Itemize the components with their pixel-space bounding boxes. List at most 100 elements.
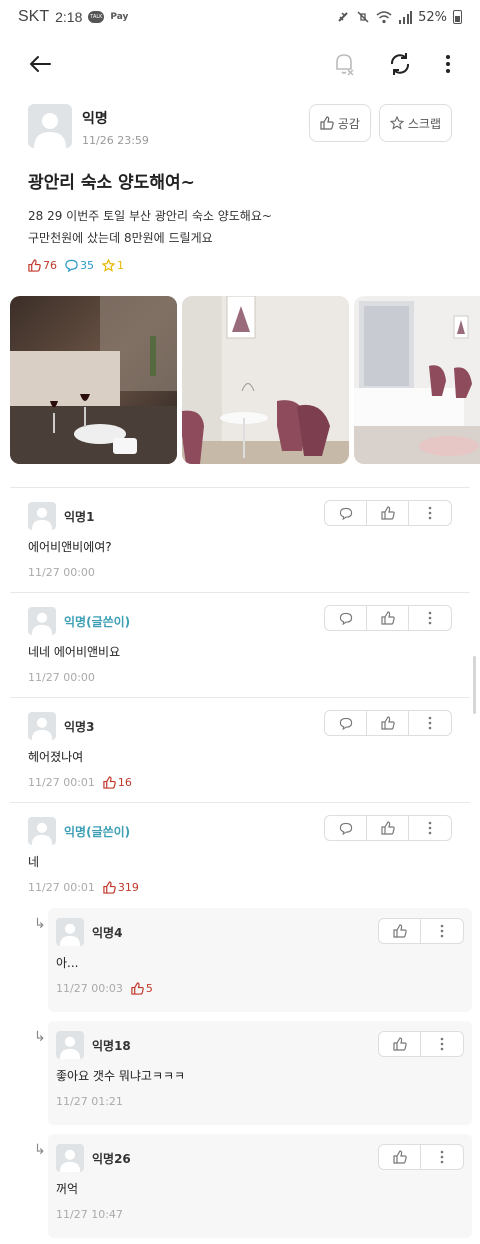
comment-more-button[interactable] xyxy=(409,711,451,735)
reply-time: 11/27 10:47 xyxy=(56,1208,123,1221)
reply-more-button[interactable] xyxy=(421,1032,463,1056)
more-vertical-icon xyxy=(428,611,432,625)
battery-percent: 52% xyxy=(418,9,447,25)
reply-item: ↳ 익명4 아... 11/27 00:03 5 xyxy=(34,908,472,1012)
kakaotalk-icon: TALK xyxy=(88,11,105,23)
comment-avatar xyxy=(28,607,56,635)
thumbs-up-icon xyxy=(380,716,395,730)
scrollbar[interactable] xyxy=(473,656,476,714)
comment-author: 익명(글쓴이) xyxy=(64,614,131,629)
more-vertical-icon xyxy=(446,55,450,73)
comment-action-bar xyxy=(324,815,452,841)
comment-item: 익명(글쓴이) 네 11/27 00:01 319 ↳ 익명4 아... 11/… xyxy=(10,803,472,1238)
more-menu-button[interactable] xyxy=(432,48,464,80)
notification-off-button[interactable] xyxy=(328,48,360,80)
refresh-icon xyxy=(390,53,410,75)
speech-bubble-icon xyxy=(339,717,352,730)
thumbs-up-icon xyxy=(320,116,334,130)
like-button[interactable] xyxy=(379,919,421,943)
comment-text: 에어비앤비에여? xyxy=(28,540,112,554)
wifi-icon xyxy=(376,10,392,23)
default-avatar-icon xyxy=(31,717,53,740)
comment-item: 익명1 에어비앤비에여? 11/27 00:00 xyxy=(10,488,470,593)
reply-action-bar xyxy=(378,918,464,944)
reply-more-button[interactable] xyxy=(421,919,463,943)
post-body-line: 28 29 이번주 토일 부산 광안리 숙소 양도해요~ xyxy=(28,209,272,223)
comment-time: 11/27 00:00 xyxy=(28,671,95,684)
scrap-label: 스크랩 xyxy=(407,116,441,131)
refresh-button[interactable] xyxy=(384,48,416,80)
photo-bedroom-bright-image xyxy=(354,296,480,464)
carrier-label: SKT xyxy=(18,8,50,25)
comment-action-bar xyxy=(324,710,452,736)
back-button[interactable] xyxy=(24,48,56,80)
pay-icon: Pay xyxy=(110,12,129,22)
reply-button[interactable] xyxy=(325,711,367,735)
reply-more-button[interactable] xyxy=(421,1145,463,1169)
comment-author: 익명(글쓴이) xyxy=(64,824,131,839)
empathy-button[interactable]: 공감 xyxy=(308,104,371,142)
back-arrow-icon xyxy=(30,56,51,72)
photo-chairs-table-image xyxy=(182,296,349,464)
thumbs-up-icon xyxy=(392,924,407,938)
post-author: 익명 xyxy=(82,111,108,127)
reply-author: 익명4 xyxy=(92,925,123,940)
thumbs-up-icon xyxy=(380,821,395,835)
reply-button[interactable] xyxy=(325,501,367,525)
default-avatar-icon xyxy=(31,822,53,845)
like-button[interactable] xyxy=(367,816,409,840)
reply-author: 익명18 xyxy=(92,1038,131,1053)
reply-button[interactable] xyxy=(325,816,367,840)
reply-author: 익명26 xyxy=(92,1151,131,1166)
reply-button[interactable] xyxy=(325,606,367,630)
reply-arrow-icon: ↳ xyxy=(34,1142,46,1158)
reply-avatar xyxy=(56,918,84,946)
post-title: 광안리 숙소 양도해여~ xyxy=(28,173,195,193)
empathy-label: 공감 xyxy=(337,116,360,131)
comment-count: 35 xyxy=(65,259,94,272)
reply-text: 꺼억 xyxy=(56,1182,79,1196)
more-vertical-icon xyxy=(440,924,444,938)
status-bar: SKT 2:18 TALK Pay 52% xyxy=(0,0,480,34)
default-avatar-icon xyxy=(59,1149,81,1172)
scrap-button[interactable]: 스크랩 xyxy=(378,104,452,142)
comment-like-value: 16 xyxy=(117,776,132,789)
comment-action-bar xyxy=(324,500,452,526)
comment-avatar xyxy=(28,817,56,845)
bell-off-icon xyxy=(336,54,354,76)
comment-more-button[interactable] xyxy=(409,606,451,630)
photo-chairs-table[interactable] xyxy=(182,296,349,464)
post: 익명 11/26 23:59 공감 스크랩 광안리 숙소 양도해여~ 28 29… xyxy=(28,104,458,272)
reply-text: 아... xyxy=(56,956,79,970)
reply-arrow-icon: ↳ xyxy=(34,916,46,932)
like-button[interactable] xyxy=(379,1032,421,1056)
like-button[interactable] xyxy=(367,606,409,630)
comment-more-button[interactable] xyxy=(409,501,451,525)
comment-more-button[interactable] xyxy=(409,816,451,840)
speech-bubble-icon xyxy=(339,507,352,520)
comment-item: 익명3 헤어졌나여 11/27 00:01 16 xyxy=(10,698,470,803)
post-body-line: 구만천원에 샀는데 8만원에 드릴게요 xyxy=(28,231,213,245)
signal-icon xyxy=(399,10,413,24)
reply-arrow-icon: ↳ xyxy=(34,1029,46,1045)
photo-gallery[interactable] xyxy=(10,296,480,464)
thumbs-up-icon xyxy=(380,611,395,625)
mute-icon xyxy=(338,12,348,22)
photo-bedroom-wine[interactable] xyxy=(10,296,177,464)
like-button[interactable] xyxy=(379,1145,421,1169)
speech-bubble-icon xyxy=(339,612,352,625)
post-stats: 76 35 1 xyxy=(28,259,124,272)
comment-text: 헤어졌나여 xyxy=(28,750,84,764)
comment-avatar xyxy=(28,502,56,530)
comment-author: 익명3 xyxy=(64,719,95,734)
comment-author: 익명1 xyxy=(64,509,95,524)
thumbs-up-icon xyxy=(103,776,116,789)
like-button[interactable] xyxy=(367,711,409,735)
default-avatar-icon xyxy=(31,507,53,530)
reply-avatar xyxy=(56,1031,84,1059)
photo-bedroom-bright[interactable] xyxy=(354,296,480,464)
app-bar xyxy=(0,40,480,86)
like-button[interactable] xyxy=(367,501,409,525)
default-avatar-icon xyxy=(31,612,53,635)
reply-like-count: 5 xyxy=(131,982,153,995)
